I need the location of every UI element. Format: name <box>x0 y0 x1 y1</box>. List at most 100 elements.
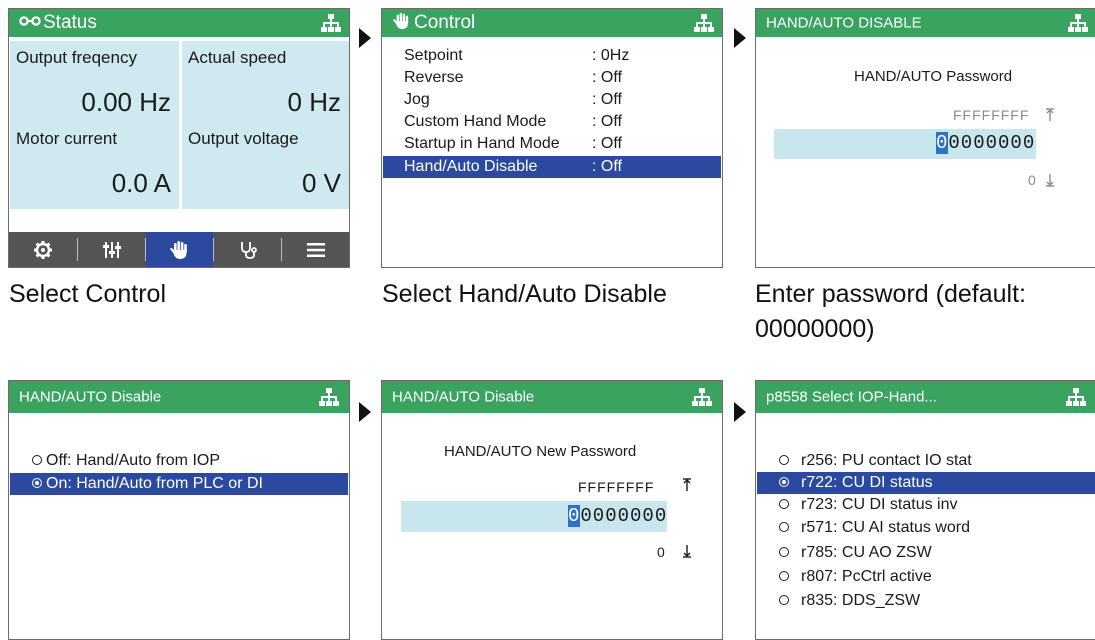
option-off[interactable]: Off: Hand/Auto from IOP <box>10 450 348 472</box>
menu-item-custom-hand-mode[interactable]: Custom Hand Mode : Off <box>383 111 721 133</box>
source-option-r723[interactable]: r723: CU DI status inv <box>757 494 1095 516</box>
source-option-r571[interactable]: r571: CU AI status word <box>757 517 1095 539</box>
nav-menu[interactable] <box>282 232 349 267</box>
menu-item-value: : Off <box>592 113 622 130</box>
cursor-digit: 0 <box>568 505 581 527</box>
arrow-down-to-bottom-icon <box>683 545 691 558</box>
step-3-caption-line1: Enter password (default: <box>755 280 1026 308</box>
radio-button <box>32 455 42 465</box>
network-icon <box>1068 14 1088 32</box>
stethoscope-icon <box>240 241 257 259</box>
option-label: Off: Hand/Auto from IOP <box>46 452 220 469</box>
radio-button <box>779 522 789 532</box>
output-frequency-cell: Output freqency 0.00 Hz <box>10 41 179 128</box>
motor-current-value: 0.0 A <box>111 168 171 198</box>
menu-item-jog[interactable]: Jog : Off <box>383 89 721 111</box>
menu-item-label: Custom Hand Mode <box>404 113 547 130</box>
glasses-icon <box>19 16 41 26</box>
step-3-caption-line2: 00000000) <box>755 315 875 343</box>
bottom-nav-bar <box>9 232 349 267</box>
actual-speed-value: 0 Hz <box>287 87 341 117</box>
option-label: r785: CU AO ZSW <box>801 544 932 561</box>
remaining-digits: 0000000 <box>948 132 1036 154</box>
network-icon <box>319 388 339 406</box>
network-icon <box>321 14 341 32</box>
menu-item-value: : 0Hz <box>592 47 630 64</box>
new-password-prompt: HAND/AUTO New Password <box>444 443 637 460</box>
arrow-up-to-top-icon <box>683 478 691 491</box>
menu-item-startup-in-hand-mode[interactable]: Startup in Hand Mode : Off <box>383 133 721 155</box>
arrow-up-to-top-icon <box>1046 108 1054 121</box>
password-title: HAND/AUTO DISABLE <box>766 14 922 32</box>
network-icon <box>1066 388 1086 406</box>
gear-icon <box>34 240 52 259</box>
source-option-r835[interactable]: r835: DDS_ZSW <box>757 590 1095 612</box>
status-title: Status <box>43 12 97 33</box>
status-screen: Status Output freqency 0.00 Hz Actual sp… <box>8 8 350 268</box>
radio-button <box>779 571 789 581</box>
radio-button <box>779 455 789 465</box>
new-password-header: HAND/AUTO Disable <box>382 381 722 413</box>
nav-parameters[interactable] <box>78 232 145 267</box>
password-input-digits: 00000000 <box>936 132 1035 154</box>
menu-item-value: : Off <box>592 69 622 86</box>
menu-item-label: Hand/Auto Disable <box>404 158 538 175</box>
control-title: Control <box>414 12 476 33</box>
source-option-r256[interactable]: r256: PU contact IO stat <box>757 450 1095 472</box>
option-label: r571: CU AI status word <box>801 519 970 536</box>
menu-icon <box>306 242 325 257</box>
arrow-down-to-bottom-icon <box>1046 174 1054 187</box>
option-on[interactable]: On: Hand/Auto from PLC or DI <box>10 473 348 495</box>
source-option-r807[interactable]: r807: PcCtrl active <box>757 566 1095 588</box>
step-2-caption: Select Hand/Auto Disable <box>382 280 667 308</box>
output-frequency-label: Output freqency <box>16 48 137 67</box>
new-password-title: HAND/AUTO Disable <box>392 388 535 406</box>
select-source-header: p8558 Select IOP-Hand... <box>756 381 1095 413</box>
disable-title: HAND/AUTO Disable <box>19 388 162 406</box>
option-label: r835: DDS_ZSW <box>801 592 921 609</box>
control-screen: Control Setpoint : 0Hz Reverse : Off Jog… <box>381 8 723 268</box>
source-option-r785[interactable]: r785: CU AO ZSW <box>757 542 1095 564</box>
option-label: r807: PcCtrl active <box>801 568 932 585</box>
output-frequency-value: 0.00 Hz <box>81 87 171 117</box>
max-value: FFFFFFFF <box>578 479 655 495</box>
option-label: r256: PU contact IO stat <box>801 452 972 469</box>
min-value: 0 <box>1028 172 1036 188</box>
remaining-digits: 0000000 <box>580 505 668 527</box>
password-header: HAND/AUTO DISABLE <box>756 9 1095 37</box>
menu-item-hand-auto-disable[interactable]: Hand/Auto Disable : Off <box>383 156 721 178</box>
menu-item-label: Setpoint <box>404 47 463 64</box>
nav-diagnostics[interactable] <box>214 232 281 267</box>
hand-icon <box>393 12 409 30</box>
output-voltage-value: 0 V <box>301 168 341 198</box>
control-header: Control <box>382 9 722 37</box>
sliders-icon <box>102 241 121 258</box>
menu-item-label: Jog <box>404 91 430 108</box>
new-password-input-digits: 00000000 <box>568 505 667 527</box>
network-icon <box>694 14 714 32</box>
hand-icon <box>169 240 187 259</box>
menu-item-setpoint[interactable]: Setpoint : 0Hz <box>383 45 721 67</box>
disable-header: HAND/AUTO Disable <box>9 381 349 413</box>
network-icon <box>692 388 712 406</box>
step-arrow-icon <box>734 28 746 48</box>
radio-button <box>779 499 789 509</box>
nav-settings[interactable] <box>9 232 77 267</box>
new-password-screen: HAND/AUTO Disable HAND/AUTO New Password… <box>381 380 723 640</box>
select-source-title: p8558 Select IOP-Hand... <box>766 388 937 406</box>
step-3-caption: Enter password (default: 00000000) <box>755 277 1026 347</box>
menu-item-reverse[interactable]: Reverse : Off <box>383 67 721 89</box>
source-option-r722[interactable]: r722: CU DI status <box>757 472 1095 494</box>
radio-button-selected <box>32 478 42 488</box>
actual-speed-cell: Actual speed 0 Hz <box>182 41 349 128</box>
step-arrow-icon <box>359 402 371 422</box>
radio-button <box>779 547 789 557</box>
nav-control[interactable] <box>146 232 213 267</box>
password-prompt: HAND/AUTO Password <box>854 68 1013 85</box>
step-arrow-icon <box>359 28 371 48</box>
min-value: 0 <box>657 544 665 560</box>
step-arrow-icon <box>734 402 746 422</box>
option-label: r723: CU DI status inv <box>801 496 958 513</box>
menu-item-value: : Off <box>592 135 622 152</box>
motor-current-label: Motor current <box>16 129 118 148</box>
